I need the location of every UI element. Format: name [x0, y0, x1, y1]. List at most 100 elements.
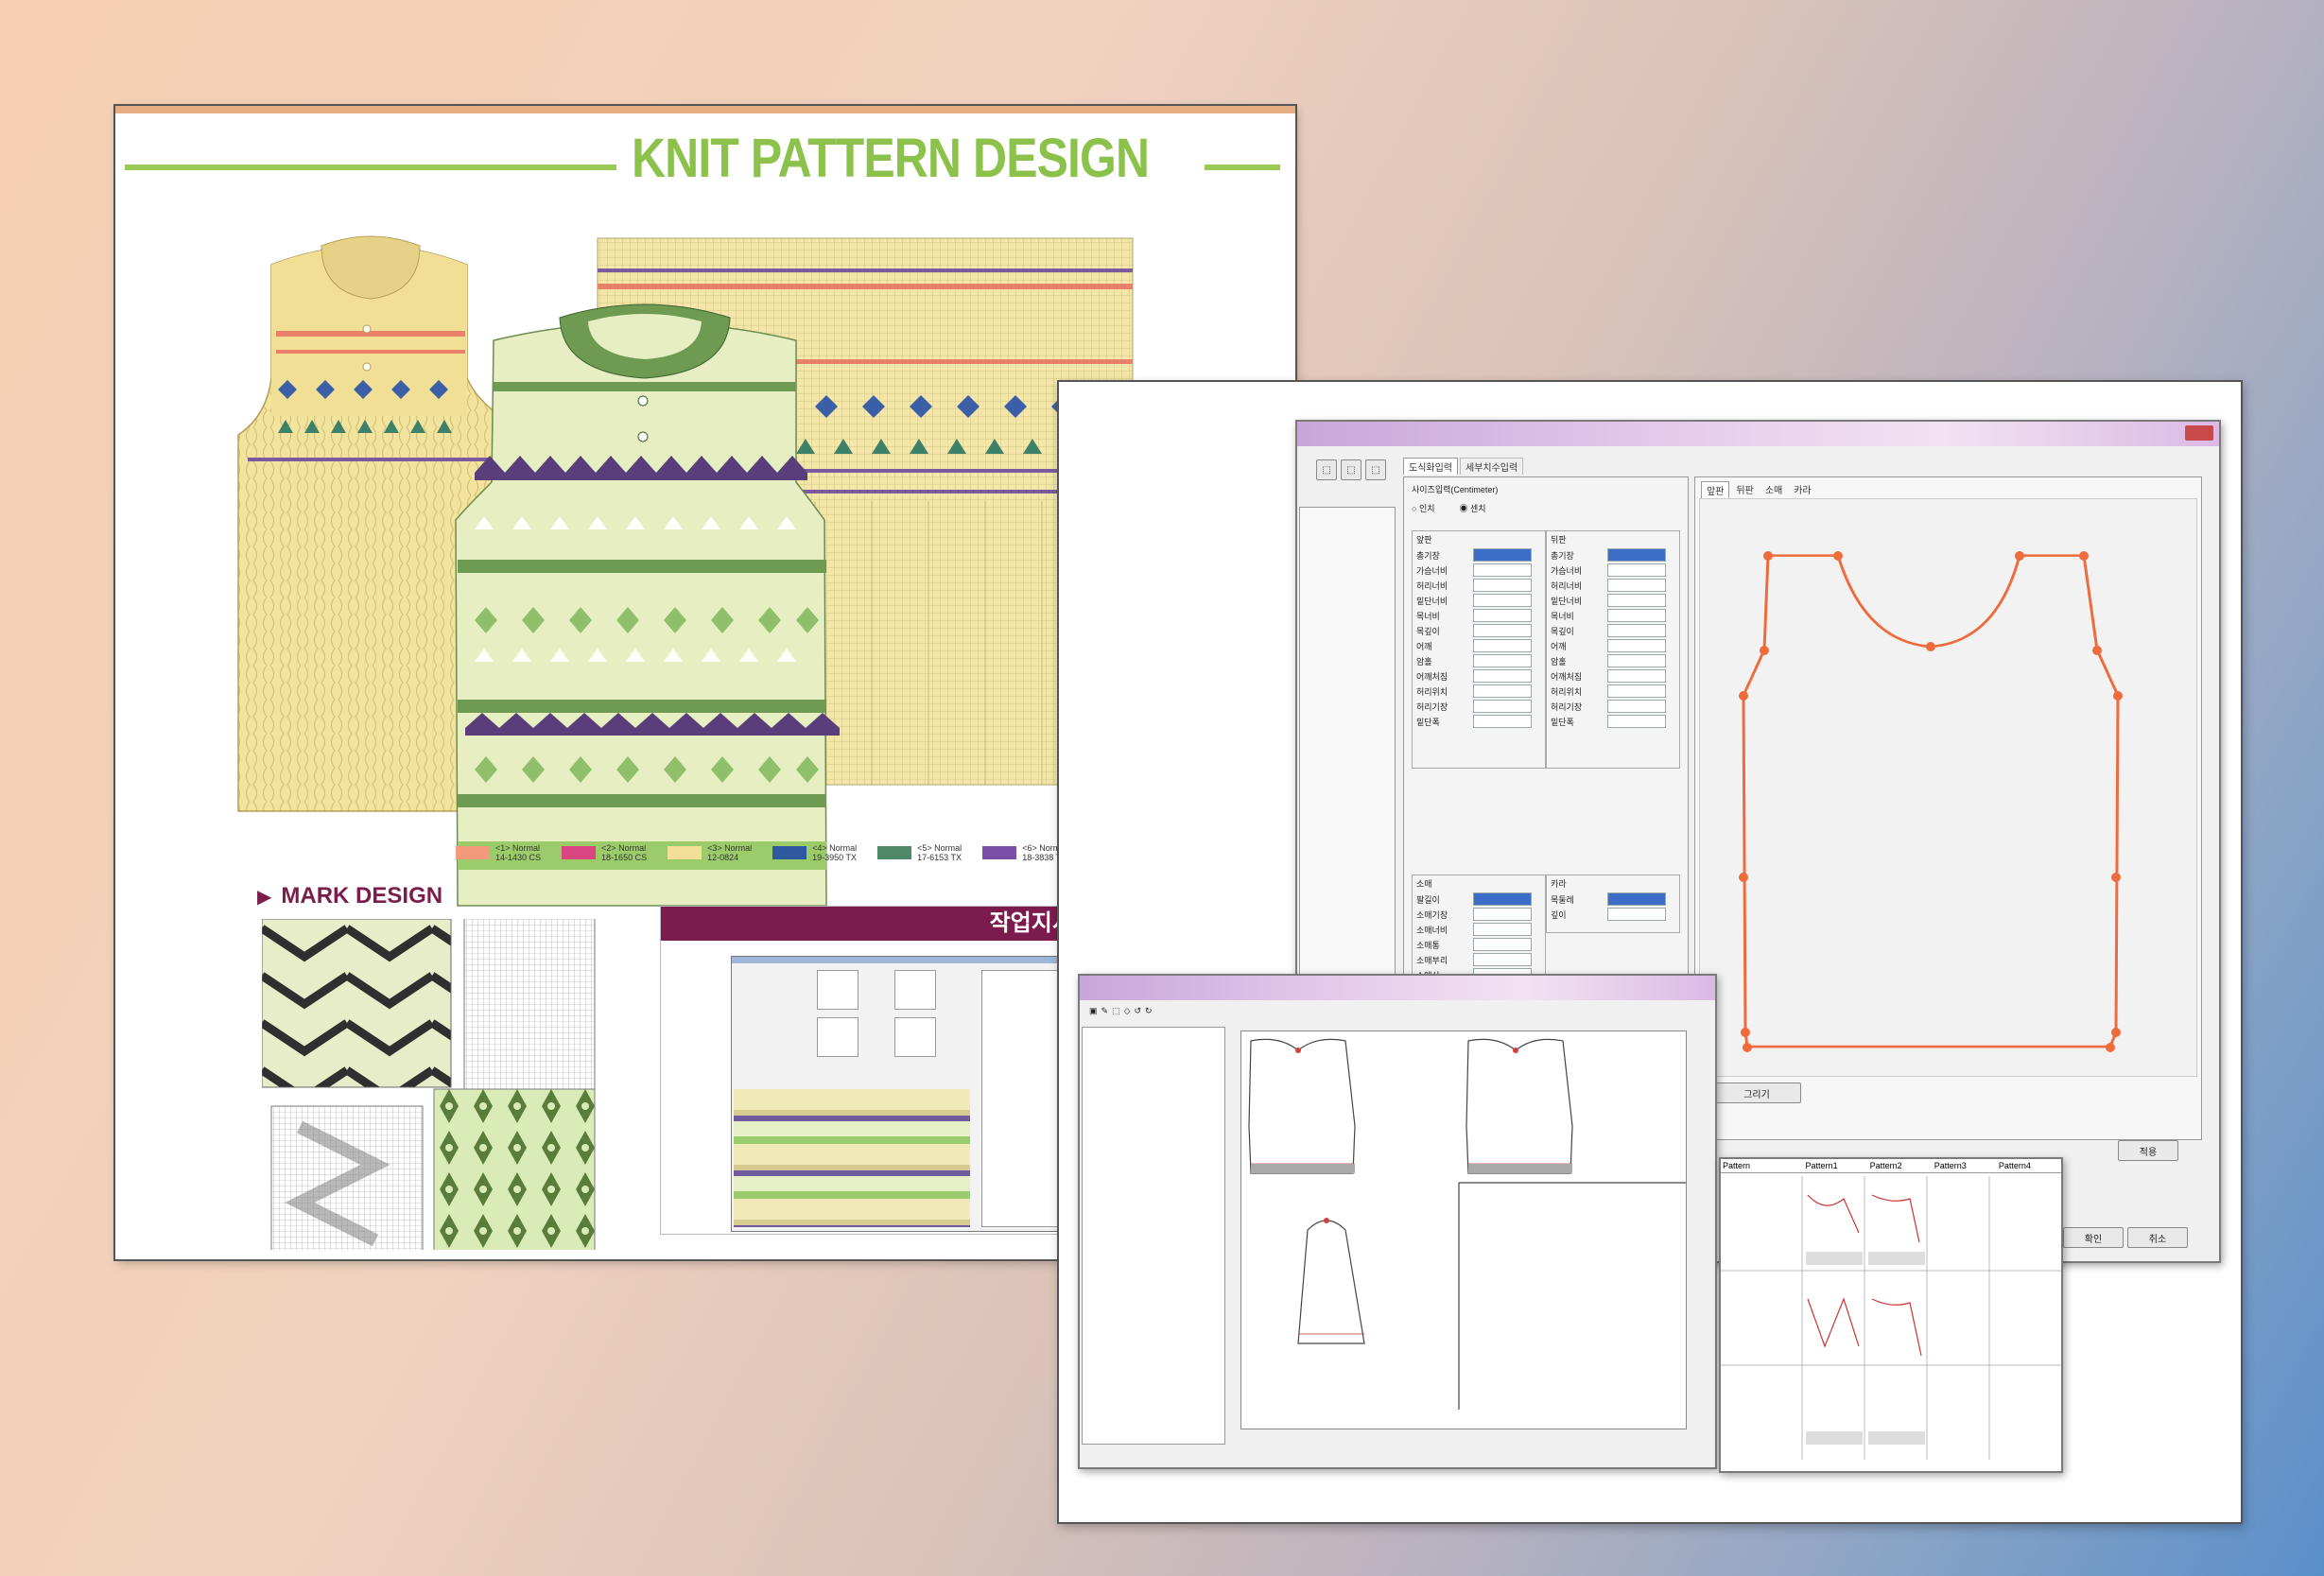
- worksheet-panel: [817, 970, 858, 1010]
- outline-point[interactable]: [2113, 691, 2123, 701]
- back-field-input[interactable]: [1607, 639, 1666, 652]
- front-field-input[interactable]: [1473, 715, 1532, 728]
- colorway-5: <5> Normal 17-6153 TX: [877, 843, 962, 862]
- tool-icon[interactable]: ✎: [1101, 1006, 1109, 1023]
- sleeve-field-label: 팔길이: [1416, 894, 1440, 905]
- front-field-label: 허리기장: [1416, 701, 1448, 712]
- front-field-label: 밑단너비: [1416, 596, 1448, 606]
- pattern-table-window: Pattern Pattern1 Pattern2 Pattern3 Patte…: [1719, 1157, 2063, 1473]
- tab-back[interactable]: 뒤판: [1731, 481, 1758, 499]
- unit-inch-radio[interactable]: ○ 인치: [1412, 502, 1435, 514]
- back-field-label: 목너비: [1551, 611, 1574, 621]
- colorway-3: <3> Normal 12-0824: [668, 843, 752, 862]
- back-field-input[interactable]: [1607, 609, 1666, 622]
- collar-fields-panel: 카라 목둘레 깊이: [1546, 875, 1680, 933]
- back-field-input[interactable]: [1607, 715, 1666, 728]
- colorway-4: <4> Normal 19-3950 TX: [772, 843, 857, 862]
- editor-canvas[interactable]: [1240, 1030, 1687, 1429]
- front-field-input[interactable]: [1473, 548, 1532, 562]
- back-field-input[interactable]: [1607, 654, 1666, 667]
- outline-point[interactable]: [2111, 873, 2121, 882]
- back-row: 허리위치: [1547, 684, 1679, 699]
- back-field-input[interactable]: [1607, 594, 1666, 607]
- toolbar-button[interactable]: ⬚: [1316, 459, 1337, 480]
- front-field-input[interactable]: [1473, 654, 1532, 667]
- outline-point[interactable]: [1741, 1028, 1750, 1037]
- mark-design-swatches: [262, 919, 596, 1250]
- tool-icon[interactable]: ◇: [1124, 1006, 1131, 1023]
- colorway-label: <1> Normal: [495, 843, 541, 853]
- tool-icon[interactable]: ▣: [1089, 1006, 1098, 1023]
- outline-point[interactable]: [1739, 873, 1748, 882]
- sleeve-field-input[interactable]: [1473, 938, 1532, 951]
- front-field-input[interactable]: [1473, 624, 1532, 637]
- front-row: 밑단폭: [1413, 714, 1545, 729]
- sleeve-field-input[interactable]: [1473, 908, 1532, 921]
- ok-button[interactable]: 확인: [2063, 1227, 2124, 1248]
- sleeve-field-input[interactable]: [1473, 953, 1532, 966]
- tab-detail-size[interactable]: 세부치수입력: [1460, 458, 1524, 475]
- outline-point[interactable]: [1743, 1043, 1752, 1052]
- column-header: Pattern1: [1805, 1161, 1838, 1170]
- front-field-input[interactable]: [1473, 684, 1532, 698]
- tab-sleeve[interactable]: 소매: [1760, 481, 1787, 499]
- outline-point[interactable]: [2015, 551, 2024, 561]
- sleeve-field-label: 소매너비: [1416, 925, 1448, 935]
- colorway-code: 19-3950 TX: [812, 853, 857, 862]
- tab-shape-input[interactable]: 도식화입력: [1403, 458, 1458, 475]
- unit-cm-radio[interactable]: ◉ 센치: [1460, 502, 1486, 514]
- toolbar-button[interactable]: ⬚: [1365, 459, 1386, 480]
- front-field-input[interactable]: [1473, 563, 1532, 577]
- front-field-input[interactable]: [1473, 700, 1532, 713]
- collar-field-input[interactable]: [1607, 908, 1666, 921]
- tab-collar[interactable]: 카라: [1789, 481, 1815, 499]
- outline-point[interactable]: [1926, 642, 1935, 651]
- outline-point[interactable]: [1833, 551, 1843, 561]
- outline-point[interactable]: [2106, 1043, 2115, 1052]
- front-field-input[interactable]: [1473, 609, 1532, 622]
- back-field-input[interactable]: [1607, 563, 1666, 577]
- colorway-code: 12-0824: [707, 853, 739, 862]
- back-field-input[interactable]: [1607, 700, 1666, 713]
- back-field-input[interactable]: [1607, 669, 1666, 683]
- back-field-input[interactable]: [1607, 548, 1666, 562]
- drawing-canvas[interactable]: [1699, 498, 2197, 1077]
- back-field-input[interactable]: [1607, 579, 1666, 592]
- front-field-input[interactable]: [1473, 594, 1532, 607]
- tool-icon[interactable]: ↺: [1135, 1006, 1142, 1023]
- sleeve-panel-title: 소매: [1416, 879, 1432, 889]
- sleeve-field-input[interactable]: [1473, 923, 1532, 936]
- tool-icon[interactable]: ↻: [1145, 1006, 1153, 1023]
- apply-button[interactable]: 적용: [2118, 1140, 2178, 1161]
- tab-front[interactable]: 앞판: [1701, 481, 1730, 499]
- front-field-input[interactable]: [1473, 639, 1532, 652]
- sleeve-field-input[interactable]: [1473, 892, 1532, 906]
- tool-icon[interactable]: ⬚: [1112, 1006, 1120, 1023]
- draw-button[interactable]: 그리기: [1712, 1082, 1801, 1103]
- collar-row: 목둘레: [1547, 892, 1679, 907]
- outline-point[interactable]: [1760, 646, 1769, 655]
- worksheet-panel: [817, 1017, 858, 1057]
- colorway-swatch: [668, 846, 702, 859]
- outline-point[interactable]: [1739, 691, 1748, 701]
- unit-radio-group: ○ 인치 ◉ 센치: [1412, 502, 1486, 514]
- back-field-label: 가슴너비: [1551, 565, 1583, 576]
- close-icon[interactable]: [2185, 425, 2213, 441]
- front-field-input[interactable]: [1473, 669, 1532, 683]
- front-field-input[interactable]: [1473, 579, 1532, 592]
- outline-point[interactable]: [1763, 551, 1773, 561]
- colorway-legend: <1> Normal 14-1430 CS <2> Normal 18-1650 C…: [456, 843, 1067, 862]
- cancel-button[interactable]: 취소: [2127, 1227, 2188, 1248]
- collar-field-input[interactable]: [1607, 892, 1666, 906]
- toolbar-button[interactable]: ⬚: [1341, 459, 1361, 480]
- outline-point[interactable]: [2111, 1028, 2121, 1037]
- collar-row: 깊이: [1547, 907, 1679, 922]
- back-field-input[interactable]: [1607, 684, 1666, 698]
- back-field-label: 밑단폭: [1551, 717, 1574, 727]
- editor-titlebar: [1080, 976, 1715, 1000]
- back-fields-panel: 뒤판 총기장 가슴너비 허리너비 밑단너비 목너비 목깊이 어깨 암홀 어깨처짐 허리위치 허리기장…: [1546, 530, 1680, 769]
- unit-inch-label: 인치: [1418, 504, 1435, 513]
- outline-point[interactable]: [2092, 646, 2102, 655]
- outline-point[interactable]: [2079, 551, 2089, 561]
- back-field-input[interactable]: [1607, 624, 1666, 637]
